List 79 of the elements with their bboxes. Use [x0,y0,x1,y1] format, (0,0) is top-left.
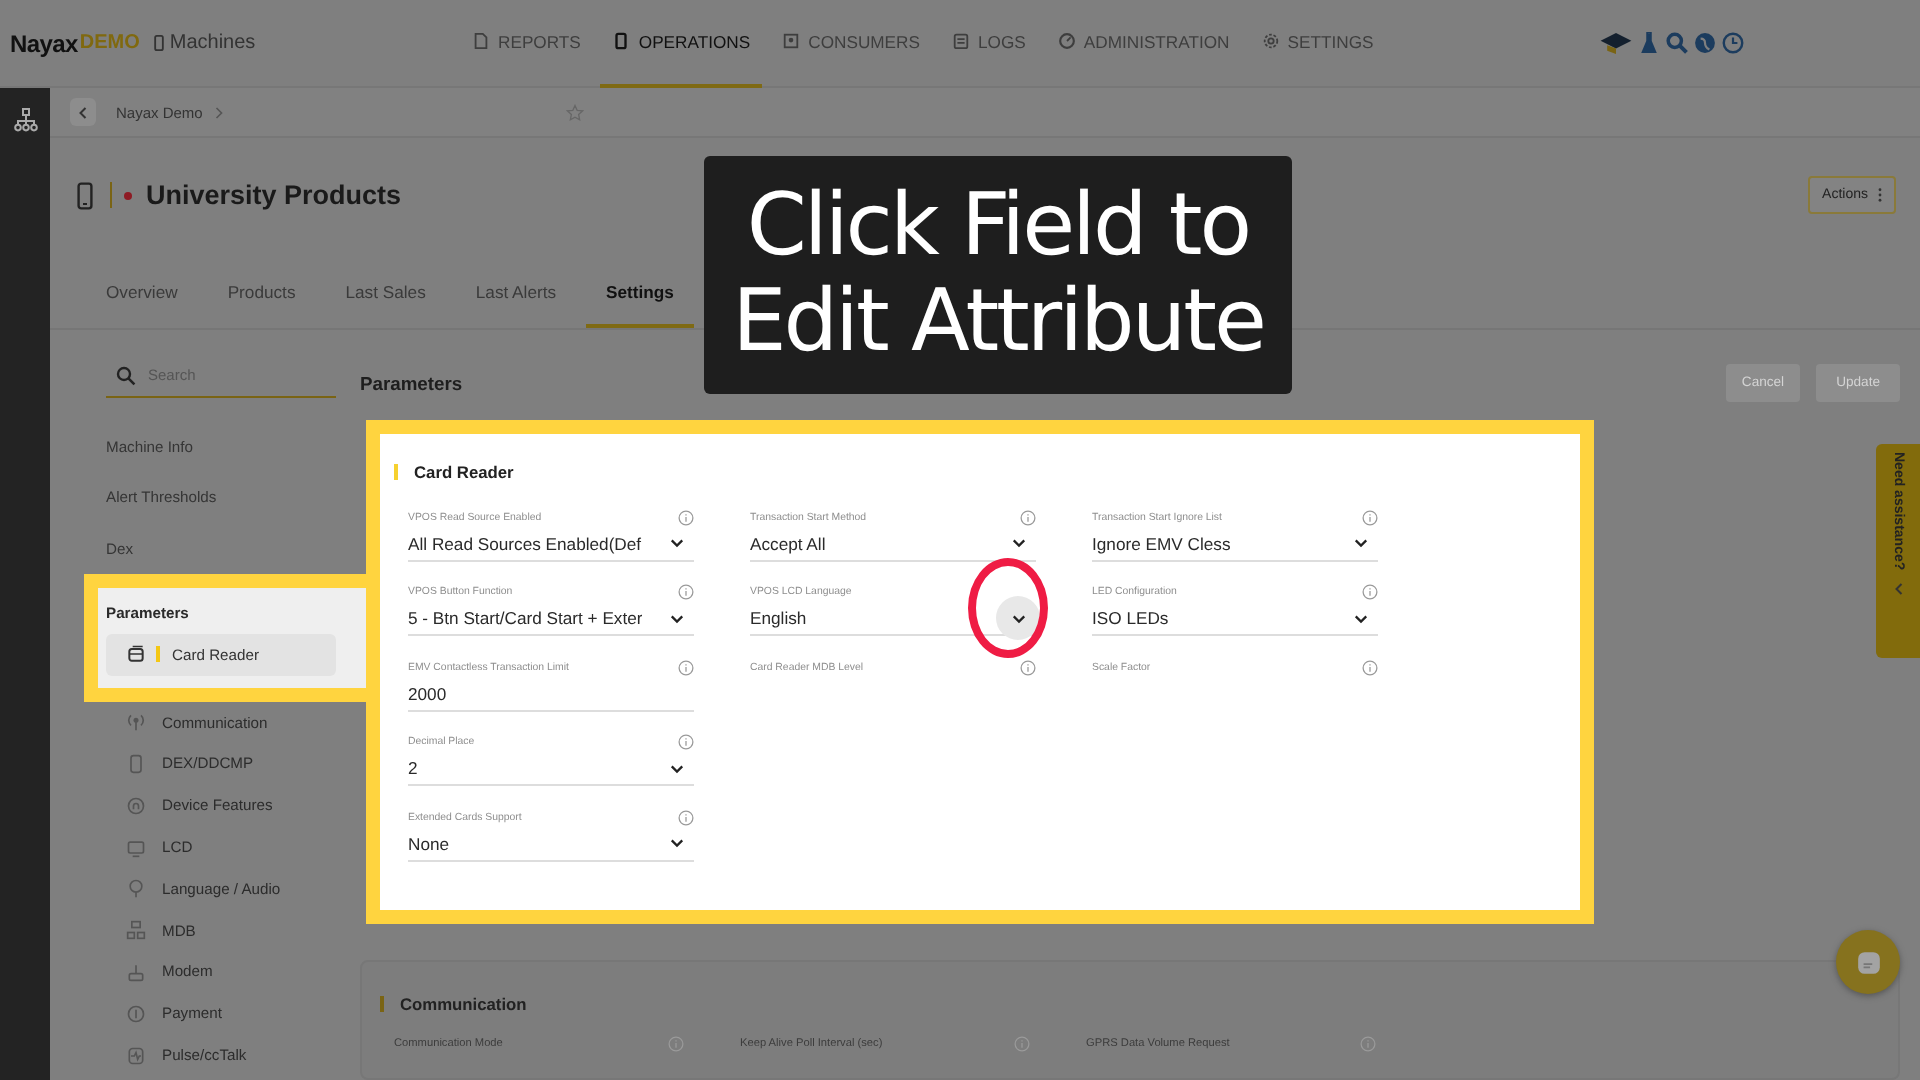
info-icon[interactable] [1362,509,1378,525]
panel-title: Parameters [360,371,463,393]
caption-text: Edit Attribute [732,275,1264,370]
phone-icon [76,181,94,210]
tab[interactable]: Settings [586,281,694,327]
info-icon[interactable] [678,659,694,675]
network-icon [126,920,146,941]
select-field[interactable]: 2 [408,752,694,786]
tv-icon [126,837,146,858]
card-stack-icon [126,644,146,665]
gauge-icon [1057,32,1076,50]
chevron-down-icon [1011,538,1025,548]
chevron-down-icon [669,538,683,548]
input-field[interactable]: 2000 [408,677,694,711]
back-button[interactable] [70,98,96,127]
tab[interactable]: Products [207,281,316,327]
chat-button[interactable] [1836,930,1900,994]
machine-icon [153,34,164,52]
tab[interactable]: Overview [86,281,198,327]
nav-tab[interactable]: REPORTS [460,0,593,87]
caption-text: Click Field to [746,180,1250,275]
hierarchy-icon[interactable] [13,108,37,132]
info-icon[interactable] [678,734,694,750]
clipboard-icon [951,32,970,50]
chevron-left-icon [78,105,88,120]
select-field[interactable]: All Read Sources Enabled(Def [408,527,694,561]
search-icon[interactable] [1666,32,1688,54]
nav-tab[interactable]: ADMINISTRATION [1045,0,1242,87]
chevron-down-icon [1353,538,1367,548]
tab[interactable]: Last Sales [325,281,446,327]
document-icon [472,32,490,50]
select-field[interactable]: English [750,602,1036,636]
chevron-right-icon [214,105,225,120]
tab[interactable]: Last Alerts [455,281,577,327]
info-icon[interactable] [678,809,694,825]
antenna-icon [126,712,146,733]
info-icon[interactable] [678,584,694,600]
select-field[interactable]: 5 - Btn Start/Card Start + Exter [408,602,694,636]
logo-text[interactable]: Nayax [10,29,78,57]
logo-suffix: DEMO [79,32,140,54]
graduation-cap-icon[interactable] [1600,32,1632,54]
info-icon[interactable] [1014,1036,1030,1052]
card-title: Card Reader [414,461,514,481]
info-icon[interactable] [1362,659,1378,675]
card-title: Communication [400,994,527,1014]
select-field[interactable]: Accept All [750,527,1036,561]
status-dot [124,191,132,200]
info-icon[interactable] [1362,584,1378,600]
star-icon[interactable] [566,103,585,122]
chevron-down-icon [669,763,683,773]
machine-title: University Products [146,180,402,211]
clock-icon[interactable] [1722,32,1744,54]
info-icon[interactable] [1360,1036,1376,1052]
info-icon[interactable] [1020,509,1036,525]
phone-icon [612,32,631,50]
microphone-icon [126,878,146,899]
search-icon [116,365,136,385]
select-field[interactable]: Ignore EMV Cless [1092,527,1378,561]
chevron-down-icon [1011,613,1025,623]
chevron-down-icon [1353,613,1367,623]
coin-icon [126,1003,146,1024]
nav-tab[interactable]: CONSUMERS [770,0,932,87]
pulse-icon [126,1045,146,1066]
device-icon [126,753,146,774]
info-icon[interactable] [668,1036,684,1052]
chevron-down-icon [669,613,683,623]
chat-icon [1855,949,1881,975]
select-field[interactable]: None [408,827,694,861]
nav-tab[interactable]: SETTINGS [1249,0,1386,87]
info-icon[interactable] [678,509,694,525]
nav-tab[interactable]: LOGS [939,0,1038,87]
chevron-down-icon [669,838,683,848]
module-title: Machines [169,32,256,54]
flask-icon[interactable] [1638,32,1660,54]
modem-icon [126,961,146,982]
select-field[interactable]: ISO LEDs [1092,602,1378,636]
info-icon[interactable] [1020,659,1036,675]
gear-icon [1261,32,1280,50]
chevron-left-icon [1893,582,1903,597]
